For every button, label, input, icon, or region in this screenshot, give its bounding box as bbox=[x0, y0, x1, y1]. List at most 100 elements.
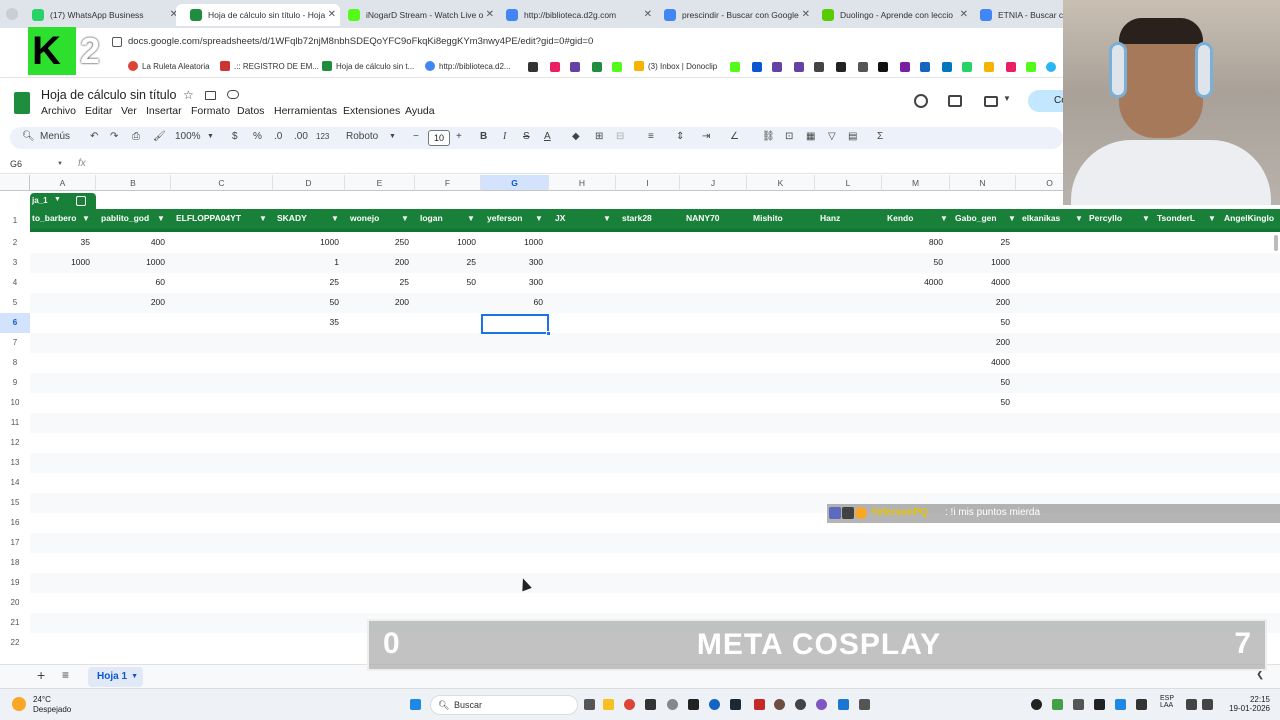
chevron-down-icon[interactable]: ▼ bbox=[1003, 94, 1011, 103]
row-header-4[interactable]: 4 bbox=[0, 273, 30, 293]
cell-skady-5[interactable]: 50 bbox=[299, 297, 339, 307]
bookmark-icon[interactable] bbox=[550, 62, 560, 72]
menus-search[interactable]: Menús bbox=[40, 131, 70, 142]
column-header-b[interactable]: B bbox=[96, 175, 171, 191]
link-icon[interactable]: ⛓︎ bbox=[762, 131, 775, 142]
app-icon[interactable] bbox=[774, 699, 785, 710]
row-header-6[interactable]: 6 bbox=[0, 313, 30, 333]
menu-herramientas[interactable]: Herramientas bbox=[274, 105, 337, 117]
spreadsheet-grid[interactable]: ABCDEFGHIJKLMNO 1 2 3 4 5 6 7 8 9 10 11 12 13 14 15 16 1… bbox=[0, 175, 1280, 658]
bookmark-ruleta[interactable]: La Ruleta Aleatoria bbox=[128, 61, 210, 71]
table-header-percyllo[interactable]: Percyllo bbox=[1089, 213, 1122, 223]
move-folder-icon[interactable] bbox=[205, 91, 216, 100]
scrollbar[interactable] bbox=[1274, 235, 1278, 251]
table-header-mishito[interactable]: Mishito bbox=[753, 213, 783, 223]
bookmark-icon[interactable] bbox=[794, 62, 804, 72]
paint-format-icon[interactable]: 🖌︎ bbox=[153, 131, 166, 142]
bookmark-biblioteca[interactable]: http://biblioteca.d2... bbox=[425, 61, 511, 71]
row-header-16[interactable]: 16 bbox=[0, 513, 30, 533]
wrap-icon[interactable]: ⇥ bbox=[702, 131, 710, 142]
bookmark-icon[interactable] bbox=[772, 62, 782, 72]
percent-button[interactable]: % bbox=[253, 131, 262, 142]
tab-duolingo[interactable]: Duolingo - Aprende con leccio ✕ bbox=[808, 4, 972, 26]
filter-views-icon[interactable]: ▤ bbox=[848, 131, 857, 142]
chevron-down-icon[interactable]: ▼ bbox=[1008, 214, 1016, 223]
cell-wonejo-5[interactable]: 200 bbox=[369, 297, 409, 307]
table-view-icon[interactable] bbox=[76, 196, 86, 206]
comment-icon[interactable]: ⊡ bbox=[785, 131, 793, 142]
print-icon[interactable]: ⎙ bbox=[132, 131, 140, 142]
windows-start-icon[interactable] bbox=[410, 699, 421, 710]
column-header-g[interactable]: G bbox=[481, 175, 549, 191]
table-header-nany70[interactable]: NANY70 bbox=[686, 213, 720, 223]
cell-gabo_gen-8[interactable]: 4000 bbox=[970, 357, 1010, 367]
comments-icon[interactable] bbox=[948, 95, 962, 107]
bookmark-icon[interactable] bbox=[920, 62, 930, 72]
bookmark-icon[interactable] bbox=[752, 62, 762, 72]
menu-ayuda[interactable]: Ayuda bbox=[405, 105, 435, 117]
app-icon[interactable] bbox=[816, 699, 827, 710]
row-header-9[interactable]: 9 bbox=[0, 373, 30, 393]
row-header-14[interactable]: 14 bbox=[0, 473, 30, 493]
menu-editar[interactable]: Editar bbox=[85, 105, 112, 117]
column-header-h[interactable]: H bbox=[549, 175, 616, 191]
text-color-button[interactable]: A bbox=[544, 131, 551, 142]
tab-kick[interactable]: iNogarD Stream - Watch Live o ✕ bbox=[334, 4, 498, 26]
row-header-20[interactable]: 20 bbox=[0, 593, 30, 613]
table-header-pablito_god[interactable]: pablito_god bbox=[101, 213, 149, 223]
tab-google-search[interactable]: prescindir - Buscar con Google ✕ bbox=[650, 4, 814, 26]
merge-cells-icon[interactable]: ⊟ bbox=[616, 131, 624, 142]
cell-yeferson-5[interactable]: 60 bbox=[503, 297, 543, 307]
column-header-a[interactable]: A bbox=[30, 175, 96, 191]
cell-pablito_god-4[interactable]: 60 bbox=[125, 277, 165, 287]
bookmark-icon[interactable] bbox=[900, 62, 910, 72]
table-header-kendo[interactable]: Kendo bbox=[887, 213, 913, 223]
cell-skady-4[interactable]: 25 bbox=[299, 277, 339, 287]
cell-gabo_gen-7[interactable]: 200 bbox=[970, 337, 1010, 347]
tray-icon[interactable] bbox=[1136, 699, 1147, 710]
tray-icon[interactable] bbox=[1073, 699, 1084, 710]
chart-icon[interactable]: ▦ bbox=[806, 131, 815, 142]
row-header-22[interactable]: 22 bbox=[0, 633, 30, 653]
menu-datos[interactable]: Datos bbox=[237, 105, 264, 117]
tray-icon[interactable] bbox=[1052, 699, 1063, 710]
currency-button[interactable]: $ bbox=[232, 131, 238, 142]
kick-icon[interactable] bbox=[612, 62, 622, 72]
chevron-down-icon[interactable]: ▼ bbox=[389, 133, 396, 140]
bold-button[interactable]: B bbox=[480, 131, 487, 142]
increase-font-icon[interactable]: + bbox=[456, 131, 462, 142]
cell-wonejo-4[interactable]: 25 bbox=[369, 277, 409, 287]
cell-gabo_gen-5[interactable]: 200 bbox=[970, 297, 1010, 307]
cell-to_barbero-2[interactable]: 35 bbox=[50, 237, 90, 247]
url-text[interactable]: docs.google.com/spreadsheets/d/1WFqlb72n… bbox=[128, 36, 593, 47]
doc-title[interactable]: Hoja de cálculo sin título bbox=[41, 88, 177, 102]
number-format-button[interactable]: 123 bbox=[316, 132, 329, 141]
bookmark-icon[interactable] bbox=[592, 62, 602, 72]
row-header-13[interactable]: 13 bbox=[0, 453, 30, 473]
column-header-d[interactable]: D bbox=[273, 175, 345, 191]
sheets-logo-icon[interactable] bbox=[14, 92, 30, 114]
name-box[interactable]: G6 bbox=[10, 159, 22, 169]
tray-icon[interactable] bbox=[1094, 699, 1105, 710]
tab-sheets[interactable]: Hoja de cálculo sin título - Hoja ✕ bbox=[176, 4, 340, 26]
bookmark-icon[interactable] bbox=[878, 62, 888, 72]
bookmark-registro[interactable]: .:: REGISTRO DE EM... bbox=[220, 61, 319, 71]
bookmark-icon[interactable] bbox=[1026, 62, 1036, 72]
sheet-tab-hoja1[interactable]: Hoja 1 ▼ bbox=[88, 667, 144, 687]
chevron-down-icon[interactable]: ▼ bbox=[401, 214, 409, 223]
volume-icon[interactable] bbox=[1202, 699, 1213, 710]
bookmark-icon[interactable] bbox=[528, 62, 538, 72]
tray-icon[interactable] bbox=[1115, 699, 1126, 710]
table-header-angelkinglo[interactable]: AngelKinglo bbox=[1224, 213, 1274, 223]
cell-gabo_gen-3[interactable]: 1000 bbox=[970, 257, 1010, 267]
table-header-stark28[interactable]: stark28 bbox=[622, 213, 652, 223]
cell-gabo_gen-9[interactable]: 50 bbox=[970, 377, 1010, 387]
history-icon[interactable] bbox=[914, 94, 928, 108]
bookmark-icon[interactable] bbox=[984, 62, 994, 72]
add-sheet-button[interactable]: + bbox=[37, 667, 45, 683]
chrome-icon[interactable] bbox=[624, 699, 635, 710]
cell-wonejo-3[interactable]: 200 bbox=[369, 257, 409, 267]
row-header-17[interactable]: 17 bbox=[0, 533, 30, 553]
chevron-down-icon[interactable]: ▼ bbox=[1142, 214, 1150, 223]
bookmark-hoja[interactable]: Hoja de cálculo sin t... bbox=[322, 61, 414, 71]
